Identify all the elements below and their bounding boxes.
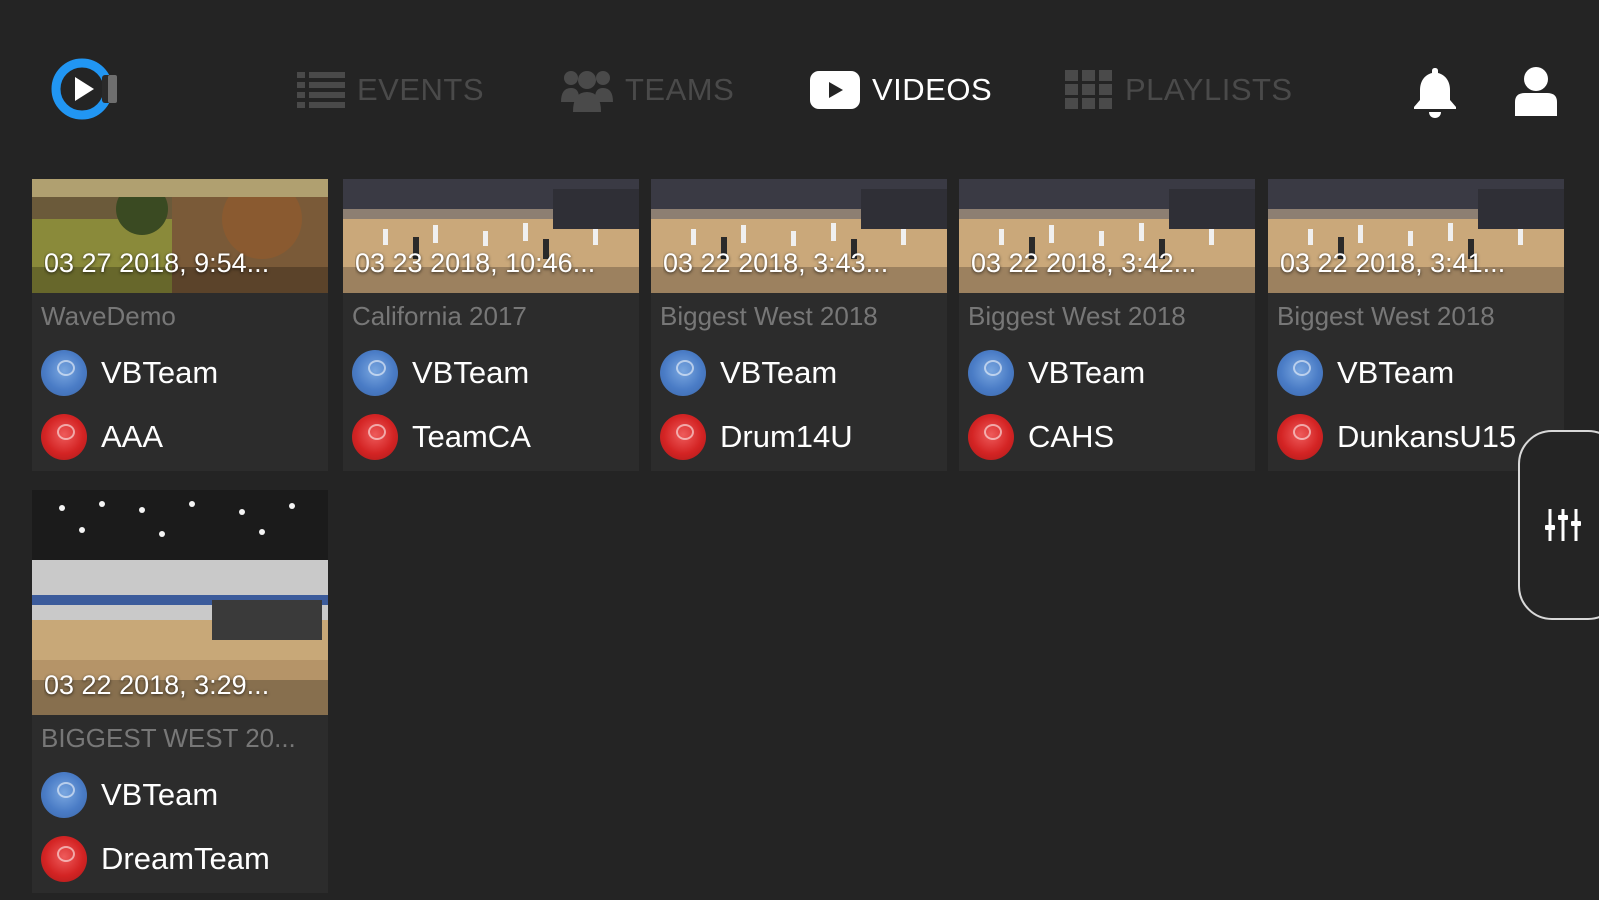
- event-name: Biggest West 2018: [660, 301, 878, 331]
- away-team-name: DunkansU15: [1337, 419, 1517, 454]
- video-thumbnail[interactable]: 03 22 2018, 3:42...: [959, 179, 1255, 293]
- event-name: Biggest West 2018: [1277, 301, 1495, 331]
- video-date: 03 22 2018, 3:29...: [44, 670, 270, 700]
- nav-videos[interactable]: VIDEOS: [810, 62, 992, 118]
- home-team: VBTeam: [352, 349, 529, 397]
- team-logo-icon: [1277, 350, 1323, 396]
- video-date: 03 22 2018, 3:43...: [663, 248, 889, 278]
- video-card[interactable]: 03 27 2018, 9:54... WaveDemo VBTeam AAA: [32, 179, 328, 471]
- away-team: AAA: [41, 413, 163, 461]
- home-team-name: VBTeam: [101, 777, 219, 812]
- team-logo-icon: [352, 414, 398, 460]
- nav-playlists[interactable]: PLAYLISTS: [1065, 62, 1293, 118]
- team-logo-icon: [41, 836, 87, 882]
- video-date: 03 22 2018, 3:42...: [971, 248, 1197, 278]
- home-team-name: VBTeam: [720, 355, 838, 390]
- team-logo-icon: [1277, 414, 1323, 460]
- away-team: TeamCA: [352, 413, 531, 461]
- event-name: Biggest West 2018: [968, 301, 1186, 331]
- bell-icon: [1414, 68, 1456, 118]
- away-team-name: DreamTeam: [101, 841, 270, 876]
- team-logo-icon: [660, 414, 706, 460]
- play-circle-logo-icon: [51, 58, 117, 120]
- home-team: VBTeam: [968, 349, 1145, 397]
- profile-button[interactable]: [1515, 66, 1557, 116]
- user-icon: [1515, 67, 1557, 116]
- event-name: BIGGEST WEST 20...: [41, 723, 296, 753]
- video-thumbnail[interactable]: 03 22 2018, 3:29...: [32, 490, 328, 715]
- video-thumbnail[interactable]: 03 22 2018, 3:43...: [651, 179, 947, 293]
- video-card[interactable]: 03 22 2018, 3:41... Biggest West 2018 VBTe…: [1268, 179, 1564, 471]
- group-icon: [561, 71, 613, 112]
- team-logo-icon: [41, 414, 87, 460]
- home-team-name: VBTeam: [1028, 355, 1146, 390]
- video-thumbnail[interactable]: 03 27 2018, 9:54...: [32, 179, 328, 293]
- away-team: Drum14U: [660, 413, 853, 461]
- away-team: DunkansU15: [1277, 413, 1516, 461]
- nav-videos-label: VIDEOS: [872, 72, 993, 107]
- video-date: 03 27 2018, 9:54...: [44, 248, 270, 278]
- play-video-icon: [810, 71, 860, 109]
- nav-events-label: EVENTS: [357, 72, 485, 107]
- sliders-icon: [1545, 509, 1581, 541]
- nav-teams-label: TEAMS: [625, 72, 735, 107]
- team-logo-icon: [352, 350, 398, 396]
- home-team-name: VBTeam: [1337, 355, 1455, 390]
- event-name: WaveDemo: [41, 301, 176, 331]
- app-logo[interactable]: [50, 55, 122, 123]
- video-date: 03 22 2018, 3:41...: [1280, 248, 1506, 278]
- away-team-name: AAA: [101, 419, 164, 454]
- home-team-name: VBTeam: [412, 355, 530, 390]
- nav-playlists-label: PLAYLISTS: [1125, 72, 1293, 107]
- video-card[interactable]: 03 23 2018, 10:46... California 2017 VBTea…: [343, 179, 639, 471]
- home-team: VBTeam: [1277, 349, 1454, 397]
- video-card[interactable]: 03 22 2018, 3:29... BIGGEST WEST 20... VBT…: [32, 490, 328, 893]
- away-team-name: TeamCA: [412, 419, 531, 454]
- filter-button[interactable]: [1518, 430, 1599, 620]
- home-team: VBTeam: [41, 771, 218, 819]
- video-date: 03 23 2018, 10:46...: [355, 248, 596, 278]
- away-team-name: Drum14U: [720, 419, 853, 454]
- event-name: California 2017: [352, 301, 527, 331]
- video-card[interactable]: 03 22 2018, 3:43... Biggest West 2018 VBTe…: [651, 179, 947, 471]
- video-card[interactable]: 03 22 2018, 3:42... Biggest West 2018 VBTe…: [959, 179, 1255, 471]
- team-logo-icon: [968, 350, 1014, 396]
- away-team: CAHS: [968, 413, 1114, 461]
- grid-icon: [1065, 70, 1112, 109]
- away-team-name: CAHS: [1028, 419, 1115, 454]
- team-logo-icon: [41, 772, 87, 818]
- video-thumbnail[interactable]: 03 23 2018, 10:46...: [343, 179, 639, 293]
- team-logo-icon: [660, 350, 706, 396]
- team-logo-icon: [41, 350, 87, 396]
- away-team: DreamTeam: [41, 835, 270, 883]
- notifications-button[interactable]: [1410, 66, 1460, 118]
- nav-teams[interactable]: TEAMS: [561, 62, 734, 118]
- home-team: VBTeam: [660, 349, 837, 397]
- home-team-name: VBTeam: [101, 355, 219, 390]
- list-icon: [297, 72, 345, 108]
- video-thumbnail[interactable]: 03 22 2018, 3:41...: [1268, 179, 1564, 293]
- team-logo-icon: [968, 414, 1014, 460]
- nav-events[interactable]: EVENTS: [297, 62, 484, 118]
- home-team: VBTeam: [41, 349, 218, 397]
